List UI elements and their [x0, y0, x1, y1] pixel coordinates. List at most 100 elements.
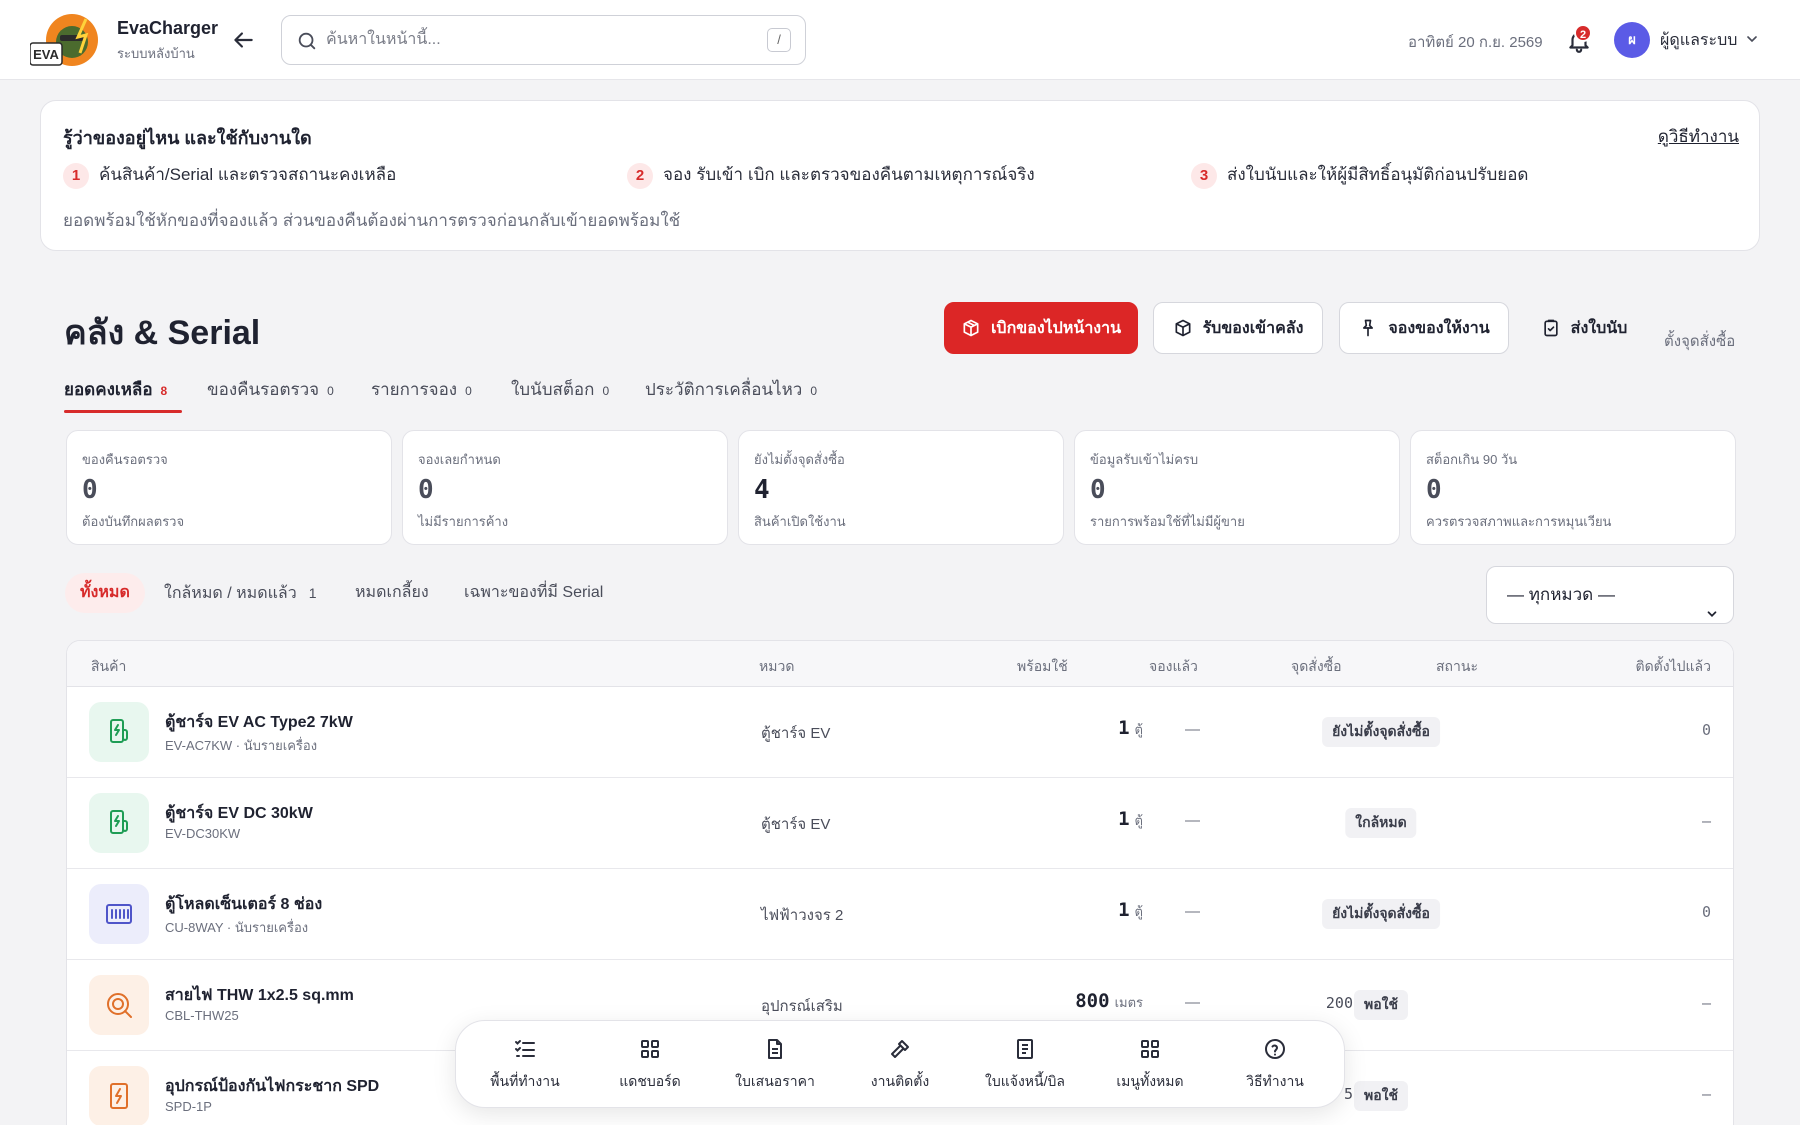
available-qty: 1 ตู้ — [1118, 717, 1143, 740]
back-arrow-icon[interactable] — [230, 27, 256, 53]
filter-out-of-stock[interactable]: หมดเกลี้ยง — [355, 573, 429, 613]
filter-count: 1 — [308, 585, 317, 601]
tab-stock-counts[interactable]: ใบนับสต็อก 0 — [511, 376, 609, 403]
guide-step-1: 1 ค้นสินค้า/Serial และตรวจสถานะคงเหลือ — [63, 161, 396, 189]
product-name[interactable]: สายไฟ THW 1x2.5 sq.mm — [165, 983, 354, 1008]
product-thumbnail — [89, 975, 149, 1035]
table-row[interactable]: ตู้ชาร์จ EV DC 30kW EV-DC30KW ตู้ชาร์จ EV 1… — [67, 778, 1733, 869]
stat-label: จองเลยกำหนด — [418, 452, 501, 467]
col-status[interactable]: สถานะ — [1436, 656, 1478, 678]
col-available[interactable]: พร้อมใช้ — [1017, 656, 1068, 678]
col-category[interactable]: หมวด — [759, 656, 794, 678]
nav-dashboard[interactable]: แดชบอร์ด — [595, 1037, 705, 1093]
invoice-icon — [1017, 1039, 1033, 1059]
ev-charger-icon — [110, 719, 128, 743]
nav-all-menus[interactable]: เมนูทั้งหมด — [1095, 1037, 1205, 1093]
stat-value: 0 — [1426, 475, 1442, 505]
nav-workspace[interactable]: พื้นที่ทำงาน — [470, 1037, 580, 1093]
step-number: 3 — [1191, 162, 1217, 189]
product-name[interactable]: อุปกรณ์ป้องกันไฟกระชาก SPD — [165, 1074, 379, 1099]
tab-balance[interactable]: ยอดคงเหลือ 8 — [64, 376, 167, 403]
stat-card-overdue-reservations[interactable]: จองเลยกำหนด 0 ไม่มีรายการค้าง — [402, 430, 728, 545]
guide-note: ยอดพร้อมใช้หักของที่จองแล้ว ส่วนของคืนต้… — [63, 211, 681, 230]
stat-card-stock-over-90-days[interactable]: สต็อกเกิน 90 วัน 0 ควรตรวจสภาพและการหมุน… — [1410, 430, 1736, 545]
col-reorder-point[interactable]: จุดสั่งซื้อ — [1291, 656, 1342, 678]
reserve-for-job-button[interactable]: จองของให้งาน — [1339, 302, 1509, 354]
tab-reservations[interactable]: รายการจอง 0 — [371, 376, 472, 403]
tab-returns-pending[interactable]: ของคืนรอตรวจ 0 — [207, 376, 334, 403]
category-select[interactable]: — ทุกหมวด — — [1486, 566, 1734, 624]
available-unit: ตู้ — [1134, 722, 1143, 737]
search-box[interactable]: / — [281, 15, 806, 65]
category-select-value: — ทุกหมวด — — [1507, 585, 1615, 604]
set-reorder-point-link[interactable]: ตั้งจุดสั่งซื้อ — [1664, 329, 1735, 353]
nav-invoices[interactable]: ใบแจ้งหนี้/บิล — [970, 1037, 1080, 1093]
chevron-down-icon[interactable] — [1744, 31, 1760, 47]
avatar[interactable]: ผ — [1614, 22, 1650, 58]
cable-reel-icon — [107, 993, 132, 1018]
nav-label: ใบเสนอราคา — [735, 1073, 815, 1089]
bottom-nav: พื้นที่ทำงาน แดชบอร์ด ใบเสนอราคา งานติดต… — [455, 1020, 1345, 1108]
tab-label: รายการจอง — [371, 380, 458, 399]
col-product[interactable]: สินค้า — [91, 656, 126, 678]
product-name[interactable]: ตู้โหลดเซ็นเตอร์ 8 ช่อง — [165, 892, 322, 917]
product-sku: EV-AC7KW · นับรายเครื่อง — [165, 738, 318, 753]
stat-card-no-reorder-point[interactable]: ยังไม่ตั้งจุดสั่งซื้อ 4 สินค้าเปิดใช้งาน — [738, 430, 1064, 545]
guide-how-to-link[interactable]: ดูวิธีทำงาน — [1658, 123, 1739, 150]
product-sku: CBL-THW25 — [165, 1008, 239, 1023]
available-value: 1 — [1118, 808, 1130, 830]
page-title: คลัง & Serial — [64, 314, 261, 352]
step-number: 1 — [63, 162, 89, 189]
load-center-icon — [106, 904, 132, 924]
reorder-point: 200 — [1325, 994, 1353, 1012]
reserved-qty: — — [1185, 812, 1200, 829]
product-name[interactable]: ตู้ชาร์จ EV DC 30kW — [165, 801, 313, 826]
nav-label: วิธีทำงาน — [1246, 1073, 1304, 1089]
pin-icon — [1363, 319, 1374, 337]
table-row[interactable]: ตู้ชาร์จ EV AC Type2 7kW EV-AC7KW · นับรา… — [67, 687, 1733, 778]
stat-card-returns-pending[interactable]: ของคืนรอตรวจ 0 ต้องบันทึกผลตรวจ — [66, 430, 392, 545]
col-reserved[interactable]: จองแล้ว — [1149, 656, 1198, 678]
filter-low-stock[interactable]: ใกล้หมด / หมดแล้ว 1 — [164, 573, 317, 613]
brand-logo[interactable]: EVA — [29, 13, 102, 67]
available-qty: 1 ตู้ — [1118, 808, 1143, 831]
installed-qty: 0 — [1701, 721, 1711, 739]
svg-text:EVA: EVA — [33, 47, 59, 62]
table-row[interactable]: ตู้โหลดเซ็นเตอร์ 8 ช่อง CU-8WAY · นับรายเ… — [67, 869, 1733, 960]
nav-quotations[interactable]: ใบเสนอราคา — [720, 1037, 830, 1093]
brand-name: EvaCharger — [117, 18, 219, 38]
box-icon — [963, 319, 979, 337]
step-text: ค้นสินค้า/Serial และตรวจสถานะคงเหลือ — [99, 165, 397, 184]
stat-label: ข้อมูลรับเข้าไม่ครบ — [1090, 452, 1199, 467]
submit-count-button[interactable]: ส่งใบนับ — [1526, 302, 1642, 354]
available-value: 1 — [1118, 717, 1130, 739]
product-name[interactable]: ตู้ชาร์จ EV AC Type2 7kW — [165, 710, 353, 735]
issue-to-site-button[interactable]: เบิกของไปหน้างาน — [944, 302, 1138, 354]
product-thumbnail — [89, 1066, 149, 1125]
stat-value: 0 — [82, 475, 98, 505]
receive-stock-button[interactable]: รับของเข้าคลัง — [1153, 302, 1323, 354]
filter-serial-only[interactable]: เฉพาะของที่มี Serial — [464, 573, 603, 613]
nav-installations[interactable]: งานติดตั้ง — [845, 1037, 955, 1093]
product-category: อุปกรณ์เสริม — [761, 998, 843, 1015]
stat-sub: สินค้าเปิดใช้งาน — [754, 514, 846, 529]
tab-movement-history[interactable]: ประวัติการเคลื่อนไหว 0 — [645, 376, 817, 403]
filter-all[interactable]: ทั้งหมด — [65, 573, 145, 613]
reserve-for-job-label: จองของให้งาน — [1388, 319, 1490, 337]
product-sku: SPD-1P — [165, 1099, 212, 1114]
status-badge: ใกล้หมด — [1345, 808, 1417, 838]
stat-label: ของคืนรอตรวจ — [82, 452, 168, 467]
chevron-down-icon — [1705, 588, 1719, 617]
user-name[interactable]: ผู้ดูแลระบบ — [1660, 28, 1737, 53]
search-input[interactable] — [326, 25, 726, 55]
stat-card-incomplete-receipts[interactable]: ข้อมูลรับเข้าไม่ครบ 0 รายการพร้อมใช้ที่ไ… — [1074, 430, 1400, 545]
col-installed[interactable]: ติดตั้งไปแล้ว — [1635, 656, 1711, 678]
stat-sub: ไม่มีรายการค้าง — [418, 514, 509, 529]
status-badge: พอใช้ — [1354, 990, 1408, 1020]
nav-how-to[interactable]: วิธีทำงาน — [1220, 1037, 1330, 1093]
available-qty: 1 ตู้ — [1118, 899, 1143, 922]
guide-step-2: 2 จอง รับเข้า เบิก และตรวจของคืนตามเหตุกา… — [627, 161, 1035, 189]
step-text: ส่งใบนับและให้ผู้มีสิทธิ์อนุมัติก่อนปรับ… — [1227, 165, 1529, 184]
grid-menu-icon — [1141, 1040, 1159, 1058]
issue-to-site-label: เบิกของไปหน้างาน — [990, 319, 1122, 337]
